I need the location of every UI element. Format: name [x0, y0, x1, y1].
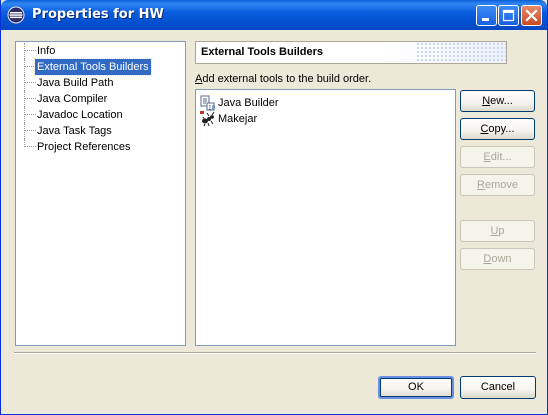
new-button[interactable]: New... — [460, 90, 535, 112]
minimize-button[interactable] — [476, 5, 497, 26]
builders-list[interactable]: 10 Java Builder Makejar — [195, 89, 456, 346]
list-item-label: Makejar — [218, 113, 258, 125]
up-button[interactable]: Up — [460, 220, 535, 242]
java-builder-icon: 10 — [200, 95, 216, 111]
edit-button[interactable]: Edit... — [460, 146, 535, 168]
page-description: Add external tools to the build order. — [195, 73, 372, 85]
window-title: Properties for HW — [32, 7, 164, 22]
property-tree[interactable]: Info External Tools Builders Java Build … — [15, 41, 186, 346]
down-button[interactable]: Down — [460, 248, 535, 270]
page-title: External Tools Builders — [201, 46, 324, 58]
tree-item-label: Project References — [37, 141, 131, 153]
remove-button[interactable]: Remove — [460, 174, 535, 196]
tree-item-label: External Tools Builders — [34, 58, 152, 76]
page-header: External Tools Builders — [195, 41, 507, 64]
maximize-button[interactable] — [498, 5, 519, 26]
ok-button[interactable]: OK — [378, 376, 454, 399]
eclipse-icon — [7, 6, 25, 24]
maximize-icon — [502, 9, 515, 22]
tree-item-label: Java Build Path — [37, 77, 114, 89]
title-bar[interactable]: Properties for HW — [1, 0, 547, 30]
ant-icon — [200, 111, 215, 127]
properties-dialog: Properties for HW Info External Tools Bu — [0, 0, 548, 415]
header-pattern — [416, 42, 506, 63]
close-icon — [525, 9, 538, 22]
separator — [14, 352, 536, 354]
close-button[interactable] — [521, 5, 542, 26]
tree-item-label: Java Task Tags — [37, 125, 112, 137]
copy-button[interactable]: Copy... — [460, 118, 535, 140]
tree-item-label: Java Compiler — [37, 93, 108, 105]
minimize-icon — [482, 18, 489, 21]
tree-item-label: Javadoc Location — [37, 109, 123, 121]
tree-item-label: Info — [37, 45, 56, 57]
list-item-label: Java Builder — [218, 97, 279, 109]
cancel-button[interactable]: Cancel — [460, 376, 536, 399]
